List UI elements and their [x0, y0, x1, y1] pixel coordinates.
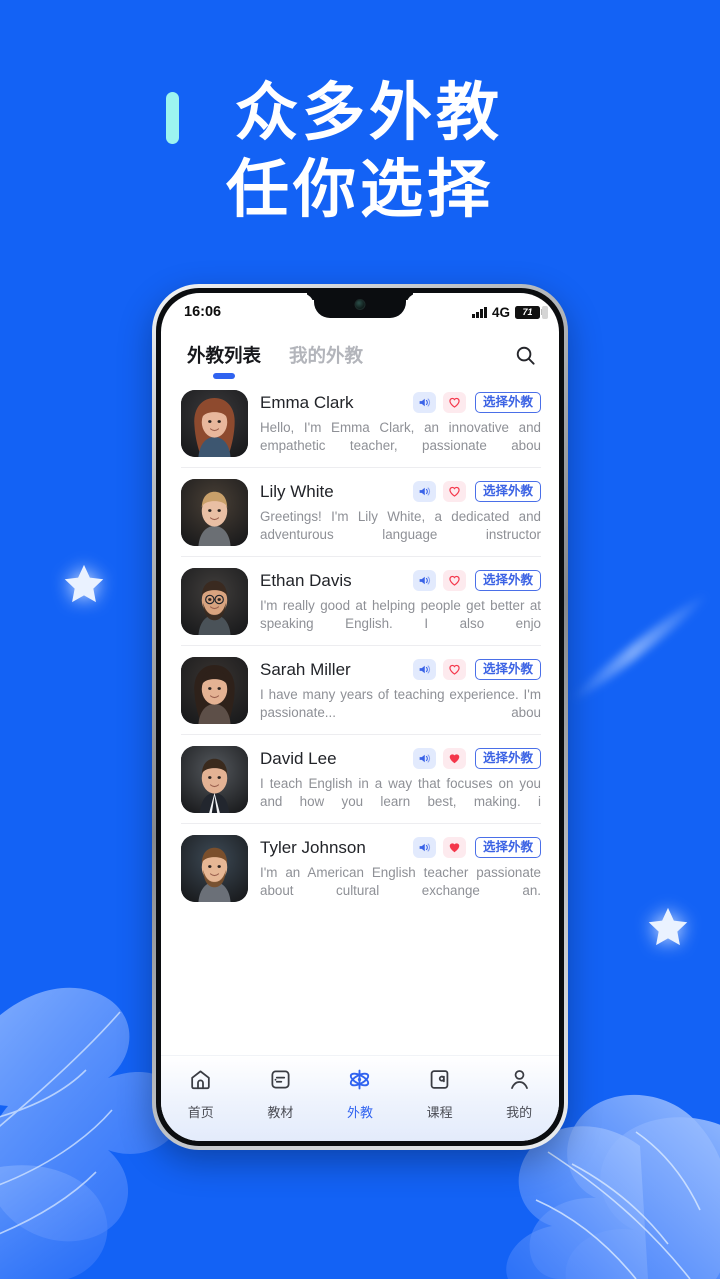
- teacher-info: Sarah Miller 选择外教 I have many years of t…: [260, 657, 541, 722]
- headline-accent-bar: [166, 92, 179, 144]
- teacher-info: Ethan Davis 选择外教 I'm really good at help…: [260, 568, 541, 633]
- avatar: [181, 657, 248, 724]
- speaker-icon[interactable]: [412, 837, 436, 858]
- teacher-description: I'm really good at helping people get be…: [260, 598, 541, 631]
- nav-item-person[interactable]: 我的: [483, 1067, 555, 1121]
- teacher-list-item[interactable]: David Lee 选择外教 I teach English in a way …: [161, 735, 559, 824]
- heart-icon[interactable]: [442, 659, 466, 680]
- choose-teacher-button[interactable]: 选择外教: [474, 391, 541, 414]
- teacher-description: Hello, I'm Emma Clark, an innovative and…: [260, 420, 541, 453]
- person-icon: [507, 1067, 532, 1097]
- teacher-list-item[interactable]: Tyler Johnson 选择外教 I'm an American Engli…: [161, 824, 559, 913]
- nav-item-label: 我的: [506, 1106, 533, 1121]
- nav-item-home[interactable]: 首页: [165, 1067, 237, 1121]
- tab-bar: 外教列表 我的外教: [161, 331, 559, 379]
- nav-item-label: 首页: [187, 1106, 214, 1121]
- course-icon: [427, 1067, 452, 1097]
- teacher-info: David Lee 选择外教 I teach English in a way …: [260, 746, 541, 811]
- teacher-list-item[interactable]: Ethan Davis 选择外教 I'm really good at help…: [161, 557, 559, 646]
- status-time: 16:06: [184, 304, 222, 320]
- teacher-header: David Lee 选择外教: [260, 746, 541, 771]
- phone-screen: 16:06 4G 71 外教列表 我的外教 Emma Clark 选择外教 He…: [161, 293, 559, 1141]
- heart-icon[interactable]: [442, 570, 466, 591]
- teacher-info: Emma Clark 选择外教 Hello, I'm Emma Clark, a…: [260, 390, 541, 455]
- teacher-header: Lily White 选择外教: [260, 479, 541, 504]
- heart-icon[interactable]: [442, 392, 466, 413]
- teacher-header: Ethan Davis 选择外教: [260, 568, 541, 593]
- battery-ghost: [542, 305, 548, 319]
- teacher-name: Emma Clark: [260, 392, 354, 412]
- teacher-info: Lily White 选择外教 Greetings! I'm Lily Whit…: [260, 479, 541, 544]
- nav-item-label: 教材: [267, 1106, 294, 1121]
- tab-my-teachers[interactable]: 我的外教: [289, 342, 363, 368]
- teacher-name: David Lee: [260, 748, 337, 768]
- bottom-navigation: 首页 教材 外教 课程 我的: [161, 1055, 559, 1141]
- speaker-icon[interactable]: [412, 392, 436, 413]
- tab-my-teachers-label: 我的外教: [289, 346, 364, 367]
- avatar: [181, 835, 248, 902]
- heart-icon[interactable]: [442, 481, 466, 502]
- teacher-header: Sarah Miller 选择外教: [260, 657, 541, 682]
- avatar: [181, 390, 248, 457]
- teacher-header: Tyler Johnson 选择外教: [260, 835, 541, 860]
- atom-icon: [347, 1067, 372, 1097]
- teacher-list-item[interactable]: Lily White 选择外教 Greetings! I'm Lily Whit…: [161, 468, 559, 557]
- choose-teacher-button[interactable]: 选择外教: [474, 747, 541, 770]
- teacher-name: Lily White: [260, 481, 334, 501]
- front-camera-icon: [354, 299, 366, 310]
- teacher-name: Ethan Davis: [260, 570, 352, 590]
- teacher-list-item[interactable]: Sarah Miller 选择外教 I have many years of t…: [161, 646, 559, 735]
- choose-teacher-button[interactable]: 选择外教: [474, 569, 541, 592]
- star-decoration-right: [648, 907, 688, 946]
- search-icon[interactable]: [514, 344, 537, 367]
- book-icon: [268, 1067, 293, 1097]
- star-decoration-left: [64, 564, 104, 603]
- heart-filled-icon[interactable]: [442, 837, 466, 858]
- choose-teacher-button[interactable]: 选择外教: [474, 836, 541, 859]
- page-title: 众多外教 任你选择: [0, 74, 720, 229]
- nav-item-label: 外教: [346, 1106, 373, 1121]
- nav-item-label: 课程: [426, 1106, 453, 1121]
- headline-line-2: 任你选择: [226, 153, 494, 227]
- nav-item-course[interactable]: 课程: [404, 1067, 476, 1121]
- heart-filled-icon[interactable]: [442, 748, 466, 769]
- teacher-list-item[interactable]: Emma Clark 选择外教 Hello, I'm Emma Clark, a…: [161, 379, 559, 468]
- teacher-info: Tyler Johnson 选择外教 I'm an American Engli…: [260, 835, 541, 900]
- speaker-icon[interactable]: [412, 481, 436, 502]
- teacher-name: Tyler Johnson: [260, 837, 366, 857]
- network-label: 4G: [491, 304, 510, 320]
- headline-line-1: 众多外教: [235, 76, 503, 149]
- speaker-icon[interactable]: [412, 659, 436, 680]
- teacher-description: I'm an American English teacher passiona…: [260, 865, 541, 898]
- avatar: [181, 479, 248, 546]
- teacher-list[interactable]: Emma Clark 选择外教 Hello, I'm Emma Clark, a…: [161, 379, 559, 1055]
- choose-teacher-button[interactable]: 选择外教: [474, 480, 541, 503]
- phone-mockup: 16:06 4G 71 外教列表 我的外教 Emma Clark 选择外教 He…: [152, 284, 568, 1150]
- avatar: [181, 568, 248, 635]
- tab-teacher-list-label: 外教列表: [187, 346, 262, 367]
- teacher-description: I teach English in a way that focuses on…: [260, 776, 541, 809]
- nav-item-book[interactable]: 教材: [244, 1067, 316, 1121]
- speaker-icon[interactable]: [412, 748, 436, 769]
- signal-bars-icon: [472, 306, 487, 318]
- home-icon: [188, 1067, 213, 1097]
- battery-icon: 71: [515, 305, 544, 319]
- teacher-description: Greetings! I'm Lily White, a dedicated a…: [260, 509, 541, 542]
- speaker-icon[interactable]: [412, 570, 436, 591]
- teacher-description: I have many years of teaching experience…: [260, 687, 541, 720]
- phone-bezel: 16:06 4G 71 外教列表 我的外教 Emma Clark 选择外教 He…: [156, 288, 564, 1146]
- teacher-name: Sarah Miller: [260, 659, 351, 679]
- teacher-header: Emma Clark 选择外教: [260, 390, 541, 415]
- choose-teacher-button[interactable]: 选择外教: [474, 658, 541, 681]
- tab-teacher-list[interactable]: 外教列表: [187, 342, 262, 379]
- nav-item-atom[interactable]: 外教: [324, 1067, 396, 1121]
- avatar: [181, 746, 248, 813]
